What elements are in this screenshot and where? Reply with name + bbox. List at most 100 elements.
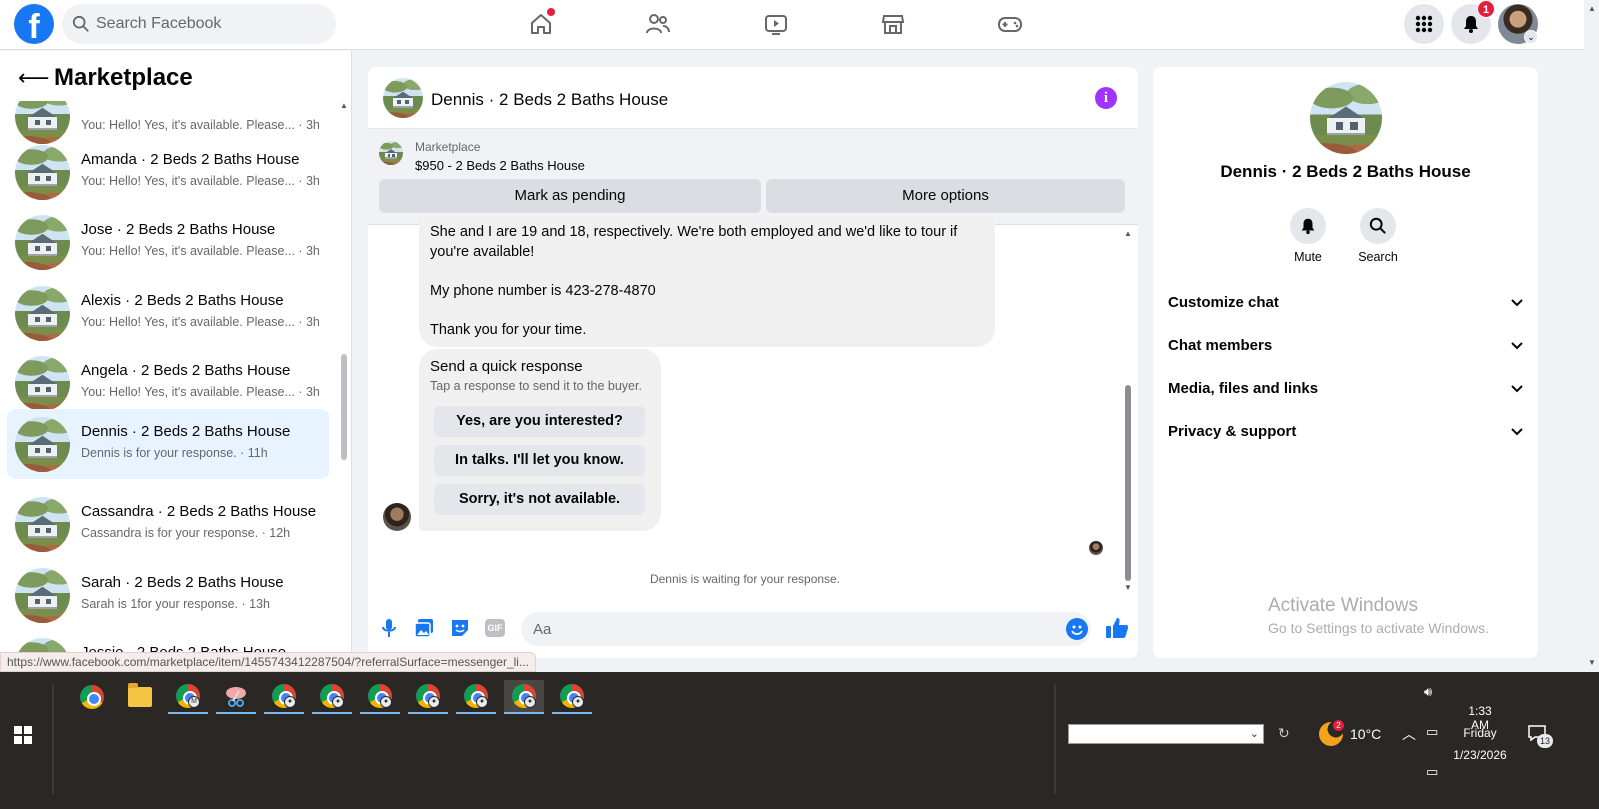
quick-response-not-available[interactable]: Sorry, it's not available.: [434, 484, 645, 515]
back-arrow-icon[interactable]: ⟵: [18, 67, 50, 89]
taskbar-chrome-profile[interactable]: ●: [408, 680, 448, 714]
conversation-name: Alexis · 2 Beds 2 Baths House: [81, 292, 284, 309]
nav-friends[interactable]: [638, 6, 678, 42]
listing-thumbnail[interactable]: [379, 141, 403, 165]
search-input[interactable]: [96, 4, 326, 44]
listing-price-title[interactable]: $950 - 2 Beds 2 Baths House: [415, 158, 585, 173]
taskbar-chrome-profile-active[interactable]: ●: [504, 680, 544, 714]
taskbar-chrome-profile[interactable]: ●: [552, 680, 592, 714]
mute-button[interactable]: Mute: [1278, 208, 1338, 264]
taskbar-divider: [1054, 684, 1056, 794]
conversation-item[interactable]: Jose · 2 Beds 2 Baths House You: Hello! …: [7, 207, 329, 277]
listing-thumbnail: [15, 145, 70, 200]
taskbar-chrome-profile[interactable]: ●: [360, 680, 400, 714]
nav-video[interactable]: [756, 6, 796, 42]
read-receipt-avatar: [1089, 541, 1103, 555]
conversation-preview: Cassandra is for your response. · 12h: [81, 526, 291, 540]
clock-date[interactable]: 1/23/2026: [1446, 748, 1514, 762]
chrome-icon: ●: [272, 684, 296, 708]
facebook-logo[interactable]: f: [14, 4, 54, 44]
listing-thumbnail: [15, 286, 70, 341]
emoji-icon[interactable]: [1066, 618, 1088, 640]
thumbs-up-icon[interactable]: [1104, 615, 1130, 641]
conversation-preview: You: Hello! Yes, it's available. Please.…: [81, 385, 320, 399]
taskbar-snipping-tool[interactable]: [216, 680, 256, 714]
section-customize-chat[interactable]: Customize chat: [1168, 288, 1524, 318]
search-facebook-box[interactable]: [62, 4, 336, 44]
nav-gaming[interactable]: [990, 6, 1030, 42]
taskbar-chrome-profile[interactable]: M: [168, 680, 208, 714]
conversation-item[interactable]: Amanda · 2 Beds 2 Baths House You: Hello…: [7, 137, 329, 207]
windows-start-icon[interactable]: [14, 726, 32, 744]
scissors-icon: [226, 687, 246, 707]
chat-listing-thumbnail[interactable]: [383, 78, 423, 118]
chrome-icon: ●: [512, 684, 536, 708]
sticker-icon[interactable]: [449, 617, 471, 639]
quick-response-in-talks[interactable]: In talks. I'll let you know.: [434, 445, 645, 476]
quick-response-card: Send a quick response Tap a response to …: [419, 349, 661, 531]
microphone-icon[interactable]: [378, 617, 400, 639]
weather-temperature[interactable]: 10°C: [1350, 726, 1381, 742]
conversation-item-active[interactable]: Dennis · 2 Beds 2 Baths House Dennis is …: [7, 409, 329, 479]
scroll-up-arrow-icon[interactable]: ▲: [1588, 4, 1596, 13]
conversation-item[interactable]: Sarah · 2 Beds 2 Baths House Sarah is 1f…: [7, 560, 329, 630]
section-privacy-support[interactable]: Privacy & support: [1168, 417, 1524, 447]
notifications-button[interactable]: 1: [1451, 0, 1495, 44]
quick-response-title: Send a quick response: [430, 358, 583, 375]
meet-now-icon[interactable]: ▭: [1426, 724, 1442, 740]
conversation-item[interactable]: Alexis · 2 Beds 2 Baths House You: Hello…: [7, 278, 329, 348]
show-hidden-icons-chevron-icon[interactable]: ︿: [1402, 724, 1416, 744]
chat-profile-thumbnail[interactable]: [1310, 82, 1382, 154]
chat-scrollbar[interactable]: [1125, 385, 1131, 581]
chat-title[interactable]: Dennis · 2 Beds 2 Baths House: [431, 90, 668, 110]
section-chat-members[interactable]: Chat members: [1168, 331, 1524, 361]
message-input[interactable]: [521, 612, 1091, 646]
nav-marketplace[interactable]: [873, 6, 913, 42]
chat-details-pane: Dennis · 2 Beds 2 Baths House Mute Searc…: [1153, 67, 1538, 658]
mute-label: Mute: [1294, 250, 1322, 264]
mark-as-pending-button[interactable]: Mark as pending: [379, 179, 761, 213]
conversation-item[interactable]: Cassandra · 2 Beds 2 Baths House Cassand…: [7, 489, 329, 559]
taskbar-address-box[interactable]: ⌄: [1068, 724, 1264, 744]
top-navigation-bar: f 1 ⌄: [0, 0, 1584, 50]
menu-button[interactable]: [1404, 4, 1444, 44]
scroll-down-arrow-icon[interactable]: ▼: [1588, 658, 1596, 667]
conversation-item[interactable]: Angela · 2 Beds 2 Baths House You: Hello…: [7, 348, 329, 418]
taskbar-chrome-profile[interactable]: ●: [312, 680, 352, 714]
activate-windows-subtitle: Go to Settings to activate Windows.: [1268, 620, 1489, 636]
conversation-list-scrollbar[interactable]: [341, 354, 347, 460]
search-label: Search: [1358, 250, 1398, 264]
nav-home[interactable]: [521, 6, 561, 42]
scroll-up-arrow-icon[interactable]: ▲: [340, 101, 348, 110]
refresh-icon[interactable]: ↻: [1278, 725, 1290, 742]
taskbar-chrome-profile[interactable]: ●: [456, 680, 496, 714]
chevron-down-icon: [1511, 299, 1523, 307]
chevron-down-icon[interactable]: ⌄: [1524, 30, 1538, 44]
taskbar-chrome[interactable]: [72, 680, 112, 714]
page-title: Marketplace: [54, 64, 193, 91]
taskbar-file-explorer[interactable]: [120, 680, 160, 714]
conversation-name: Sarah · 2 Beds 2 Baths House: [81, 574, 284, 591]
photo-icon[interactable]: [413, 617, 435, 639]
chevron-down-icon: [1511, 385, 1523, 393]
chat-pane: Dennis · 2 Beds 2 Baths House i Marketpl…: [368, 67, 1138, 658]
friends-icon: [646, 14, 670, 34]
page-scrollbar[interactable]: ▲ ▼: [1584, 0, 1599, 672]
section-media-files-links[interactable]: Media, files and links: [1168, 374, 1524, 404]
more-options-button[interactable]: More options: [766, 179, 1125, 213]
gif-icon[interactable]: GIF: [485, 619, 505, 637]
scroll-up-arrow-icon[interactable]: ▲: [1124, 229, 1132, 238]
sender-avatar[interactable]: [383, 503, 411, 531]
quick-response-interested[interactable]: Yes, are you interested?: [434, 406, 645, 437]
conversation-preview: You: Hello! Yes, it's available. Please.…: [81, 118, 320, 132]
taskbar-chrome-profile[interactable]: ●: [264, 680, 304, 714]
scroll-down-arrow-icon[interactable]: ▼: [1124, 583, 1132, 592]
conversation-list: You: Hello! Yes, it's available. Please.…: [0, 51, 336, 659]
info-icon[interactable]: i: [1095, 87, 1117, 109]
clock-day[interactable]: Friday: [1458, 726, 1502, 740]
network-icon[interactable]: ▭: [1426, 764, 1442, 780]
chrome-icon: ●: [320, 684, 344, 708]
search-icon: [72, 15, 89, 32]
search-in-chat-button[interactable]: Search: [1348, 208, 1408, 264]
volume-icon[interactable]: 🔊︎: [1424, 684, 1440, 700]
